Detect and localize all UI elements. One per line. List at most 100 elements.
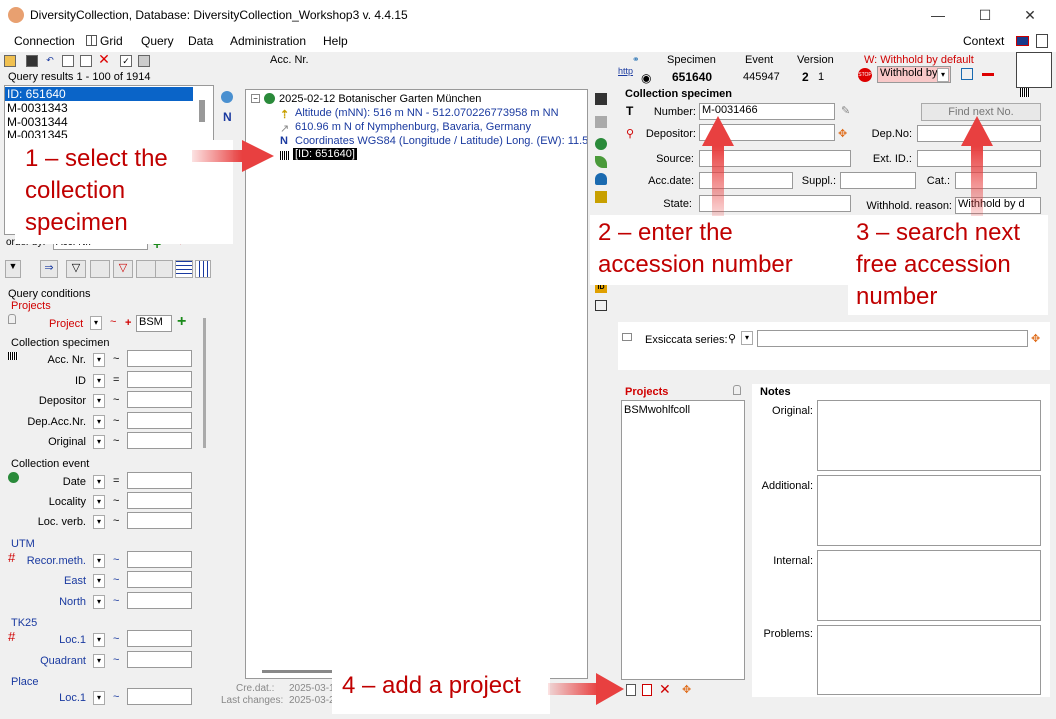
- add-project-filter-icon[interactable]: +: [177, 313, 186, 331]
- cat-select[interactable]: [955, 172, 1037, 189]
- layout-panel-icon[interactable]: [1016, 52, 1052, 88]
- line-icon[interactable]: [982, 73, 994, 76]
- note-problems-input[interactable]: [817, 625, 1041, 695]
- maximize-button[interactable]: ☐: [965, 5, 1005, 25]
- view-eye-icon[interactable]: ◉: [641, 71, 651, 85]
- filter-save-icon[interactable]: [155, 260, 173, 278]
- grid-view-icon[interactable]: [195, 260, 211, 278]
- globe-icon[interactable]: [595, 138, 607, 150]
- remove-project-icon[interactable]: ✕: [659, 681, 671, 698]
- start-query-button[interactable]: ⇒: [40, 260, 58, 278]
- condition-operator-dropdown[interactable]: ▾: [93, 654, 105, 668]
- print-icon[interactable]: [595, 116, 607, 128]
- condition-operator-dropdown[interactable]: ▾: [93, 394, 105, 408]
- expand-button[interactable]: ▼: [5, 260, 21, 278]
- list-scrollbar[interactable]: [199, 100, 205, 122]
- filter-options-icon[interactable]: [136, 260, 156, 278]
- condition-input[interactable]: [127, 630, 192, 647]
- save-icon[interactable]: [26, 55, 38, 67]
- plant-icon[interactable]: [595, 156, 607, 168]
- copy-icon[interactable]: [80, 55, 92, 67]
- condition-input[interactable]: [127, 551, 192, 568]
- condition-input[interactable]: [127, 391, 192, 408]
- save-icon[interactable]: [595, 93, 607, 105]
- note-original-input[interactable]: [817, 400, 1041, 471]
- project-operator-dropdown[interactable]: ▾: [90, 316, 102, 330]
- tree-altitude[interactable]: Altitude (mNN): 516 m NN - 512.070226773…: [295, 107, 559, 119]
- condition-operator-dropdown[interactable]: ▾: [93, 554, 105, 568]
- project-link-icon[interactable]: ✥: [682, 683, 691, 696]
- list-item-selected[interactable]: ID: 651640: [5, 87, 193, 101]
- condition-operator-dropdown[interactable]: ▾: [93, 414, 105, 429]
- new-icon[interactable]: [62, 55, 74, 67]
- exit-icon[interactable]: [1036, 34, 1048, 48]
- menu-query[interactable]: Query: [141, 34, 174, 48]
- filter-remove-icon[interactable]: ▽: [113, 260, 133, 278]
- zoom-icon[interactable]: [961, 68, 973, 80]
- note-internal-input[interactable]: [817, 550, 1041, 621]
- http-link[interactable]: http: [618, 66, 633, 76]
- collapse-icon[interactable]: −: [251, 94, 260, 103]
- condition-operator-dropdown[interactable]: ▾: [93, 435, 105, 449]
- delete-icon[interactable]: ✕: [98, 52, 110, 66]
- withhold-dropdown-arrow[interactable]: ▾: [937, 68, 949, 82]
- condition-input[interactable]: [127, 350, 192, 367]
- conditions-scrollbar[interactable]: [203, 318, 206, 448]
- suppl-input[interactable]: [840, 172, 916, 189]
- condition-operator-dropdown[interactable]: ▾: [93, 353, 105, 367]
- check-icon[interactable]: ✓: [120, 55, 132, 67]
- list-item[interactable]: M-0031345: [7, 128, 68, 138]
- exsiccata-link-icon[interactable]: ✥: [1031, 332, 1040, 345]
- condition-operator-dropdown[interactable]: ▾: [93, 595, 105, 609]
- project-list-item[interactable]: BSMwohlfcoll: [624, 404, 690, 416]
- north-icon[interactable]: N: [223, 110, 232, 124]
- menu-administration[interactable]: Administration: [230, 34, 306, 48]
- condition-input[interactable]: [127, 370, 192, 388]
- tree-coordinates[interactable]: Coordinates WGS84 (Longitude / Latitude)…: [295, 135, 587, 147]
- list-view-icon[interactable]: [175, 260, 193, 278]
- print-icon[interactable]: [138, 55, 150, 67]
- condition-operator-dropdown[interactable]: ▾: [93, 633, 105, 647]
- undo-icon[interactable]: ↶: [44, 55, 56, 67]
- condition-operator-dropdown[interactable]: ▾: [93, 515, 105, 529]
- pencil-icon[interactable]: ✎: [841, 104, 850, 117]
- menu-connection[interactable]: Connection: [14, 34, 75, 48]
- filter-add-icon[interactable]: [90, 260, 110, 278]
- exsiccata-input[interactable]: [757, 330, 1028, 347]
- tree-distance[interactable]: 610.96 m N of Nymphenburg, Bavaria, Germ…: [295, 121, 531, 133]
- english-flag-icon[interactable]: [1016, 36, 1029, 46]
- condition-operator-dropdown[interactable]: ▾: [93, 475, 105, 489]
- condition-operator-dropdown[interactable]: ▾: [93, 373, 105, 388]
- tree-view[interactable]: [245, 89, 588, 679]
- list-item[interactable]: M-0031343: [7, 101, 68, 115]
- exsiccata-dropdown[interactable]: ▾: [741, 331, 753, 345]
- globe-icon[interactable]: [221, 91, 233, 103]
- menu-data[interactable]: Data: [188, 34, 213, 48]
- menu-grid[interactable]: Grid: [100, 34, 123, 48]
- condition-input[interactable]: [127, 512, 192, 529]
- projects-list[interactable]: [621, 400, 745, 680]
- new-project-icon[interactable]: [626, 684, 636, 696]
- context-menu[interactable]: Context: [963, 34, 1004, 48]
- condition-input[interactable]: [127, 571, 192, 588]
- condition-input[interactable]: [127, 688, 192, 705]
- close-button[interactable]: ✕: [1010, 5, 1050, 25]
- condition-input[interactable]: [127, 492, 192, 509]
- menu-help[interactable]: Help: [323, 34, 348, 48]
- note-additional-input[interactable]: [817, 475, 1041, 546]
- condition-input[interactable]: [127, 472, 192, 489]
- condition-input[interactable]: [127, 432, 192, 449]
- open-icon[interactable]: [4, 55, 16, 67]
- condition-input[interactable]: [127, 592, 192, 609]
- condition-operator-dropdown[interactable]: ▾: [93, 691, 105, 705]
- condition-operator-dropdown[interactable]: ▾: [93, 495, 105, 509]
- tree-root-event[interactable]: 2025-02-12 Botanischer Garten München: [279, 93, 481, 105]
- condition-input[interactable]: [127, 651, 192, 668]
- agent-icon[interactable]: [595, 173, 607, 185]
- withhold-reason-select[interactable]: Withhold by d: [955, 197, 1041, 214]
- condition-operator-dropdown[interactable]: ▾: [93, 574, 105, 588]
- book-icon[interactable]: [595, 300, 607, 311]
- relation-icon[interactable]: [595, 191, 607, 203]
- agent-link-icon[interactable]: ✥: [838, 127, 847, 140]
- tree-specimen-id[interactable]: [ID: 651640]: [293, 148, 357, 160]
